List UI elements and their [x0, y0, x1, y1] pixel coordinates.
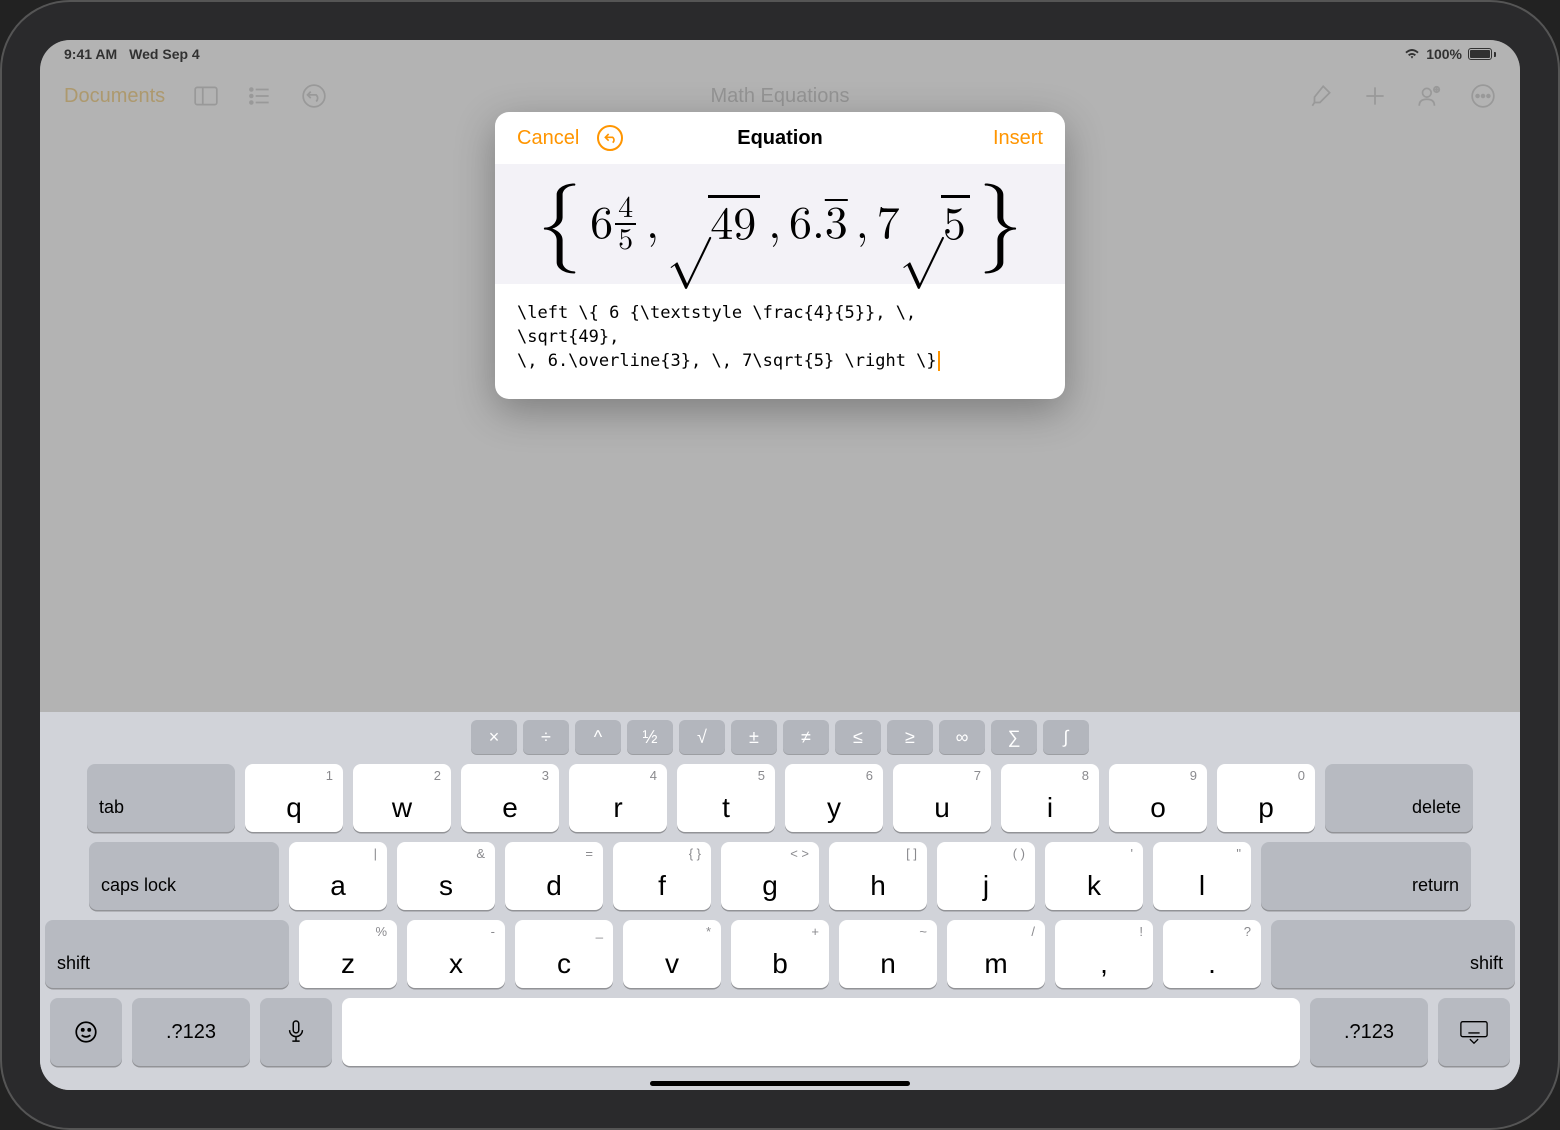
key-,[interactable]: !, [1055, 920, 1153, 988]
key-z[interactable]: %z [299, 920, 397, 988]
dismiss-keyboard-key[interactable] [1438, 998, 1510, 1066]
screen: 9:41 AM Wed Sep 4 100% Documents Math Eq… [40, 40, 1520, 1090]
key-o[interactable]: 9o [1109, 764, 1207, 832]
shift-key-left[interactable]: shift [45, 920, 289, 988]
preview-coef: 7 [877, 197, 900, 252]
key-a[interactable]: |a [289, 842, 387, 910]
key-r[interactable]: 4r [569, 764, 667, 832]
key-w[interactable]: 2w [353, 764, 451, 832]
key-u[interactable]: 7u [893, 764, 991, 832]
right-brace: } [978, 188, 1023, 260]
key-e[interactable]: 3e [461, 764, 559, 832]
modal-header: Cancel Equation Insert [495, 112, 1065, 164]
return-key[interactable]: return [1261, 842, 1471, 910]
caps-lock-key[interactable]: caps lock [89, 842, 279, 910]
preview-fraction: 4 5 [615, 193, 636, 255]
preview-sqrt1: √ 49 [667, 193, 760, 255]
key-d[interactable]: =d [505, 842, 603, 910]
shortcut-key-≤[interactable]: ≤ [835, 720, 881, 754]
preview-whole: 6 [590, 197, 613, 252]
key-x[interactable]: -x [407, 920, 505, 988]
space-key[interactable] [342, 998, 1300, 1066]
key-g[interactable]: < >g [721, 842, 819, 910]
home-indicator[interactable] [650, 1081, 910, 1086]
key-y[interactable]: 6y [785, 764, 883, 832]
comma: , [646, 197, 659, 252]
key-i[interactable]: 8i [1001, 764, 1099, 832]
shortcut-key-∞[interactable]: ∞ [939, 720, 985, 754]
shortcut-key-∫[interactable]: ∫ [1043, 720, 1089, 754]
key-q[interactable]: 1q [245, 764, 343, 832]
modal-title: Equation [737, 127, 823, 150]
key-p[interactable]: 0p [1217, 764, 1315, 832]
key-c[interactable]: _c [515, 920, 613, 988]
shortcut-key-^[interactable]: ^ [575, 720, 621, 754]
preview-dec-rep: 3 [825, 201, 848, 247]
text-cursor [938, 351, 940, 371]
latex-source-input[interactable]: \left \{ 6 {\textstyle \frac{4}{5}}, \, … [495, 284, 1065, 399]
key-v[interactable]: *v [623, 920, 721, 988]
ipad-device-frame: 9:41 AM Wed Sep 4 100% Documents Math Eq… [0, 0, 1560, 1130]
symbols-key-right[interactable]: .?123 [1310, 998, 1428, 1066]
comma: , [768, 197, 781, 252]
delete-key[interactable]: delete [1325, 764, 1473, 832]
math-shortcut-bar: ×÷^½√±≠≤≥∞∑∫ [50, 720, 1510, 754]
preview-sqrt2: √ 5 [900, 193, 970, 255]
undo-button[interactable] [597, 125, 623, 151]
key-l[interactable]: "l [1153, 842, 1251, 910]
key-k[interactable]: 'k [1045, 842, 1143, 910]
equation-preview: { 6 4 5 , √ 49 , 6.3 [495, 164, 1065, 284]
left-brace: { [537, 188, 582, 260]
key-.[interactable]: ?. [1163, 920, 1261, 988]
latex-text: \left \{ 6 {\textstyle \frac{4}{5}}, \, … [517, 303, 937, 371]
emoji-key[interactable] [50, 998, 122, 1066]
preview-dec-int: 6. [789, 201, 825, 247]
shortcut-key-∑[interactable]: ∑ [991, 720, 1037, 754]
key-h[interactable]: [ ]h [829, 842, 927, 910]
shortcut-key-≥[interactable]: ≥ [887, 720, 933, 754]
cancel-button[interactable]: Cancel [517, 127, 579, 150]
key-j[interactable]: ( )j [937, 842, 1035, 910]
shortcut-key-≠[interactable]: ≠ [783, 720, 829, 754]
shortcut-key-×[interactable]: × [471, 720, 517, 754]
key-m[interactable]: /m [947, 920, 1045, 988]
tab-key[interactable]: tab [87, 764, 235, 832]
shortcut-key-÷[interactable]: ÷ [523, 720, 569, 754]
key-f[interactable]: { }f [613, 842, 711, 910]
shortcut-key-½[interactable]: ½ [627, 720, 673, 754]
shift-key-right[interactable]: shift [1271, 920, 1515, 988]
key-b[interactable]: +b [731, 920, 829, 988]
equation-editor-modal: Cancel Equation Insert { 6 4 5 [495, 112, 1065, 399]
shortcut-key-±[interactable]: ± [731, 720, 777, 754]
key-t[interactable]: 5t [677, 764, 775, 832]
key-n[interactable]: ~n [839, 920, 937, 988]
symbols-key-left[interactable]: .?123 [132, 998, 250, 1066]
dictation-key[interactable] [260, 998, 332, 1066]
comma: , [856, 197, 869, 252]
insert-button[interactable]: Insert [993, 127, 1043, 150]
shortcut-key-√[interactable]: √ [679, 720, 725, 754]
on-screen-keyboard: ×÷^½√±≠≤≥∞∑∫ tab 1q2w3e4r5t6y7u8i9o0pdel… [40, 712, 1520, 1090]
key-s[interactable]: &s [397, 842, 495, 910]
